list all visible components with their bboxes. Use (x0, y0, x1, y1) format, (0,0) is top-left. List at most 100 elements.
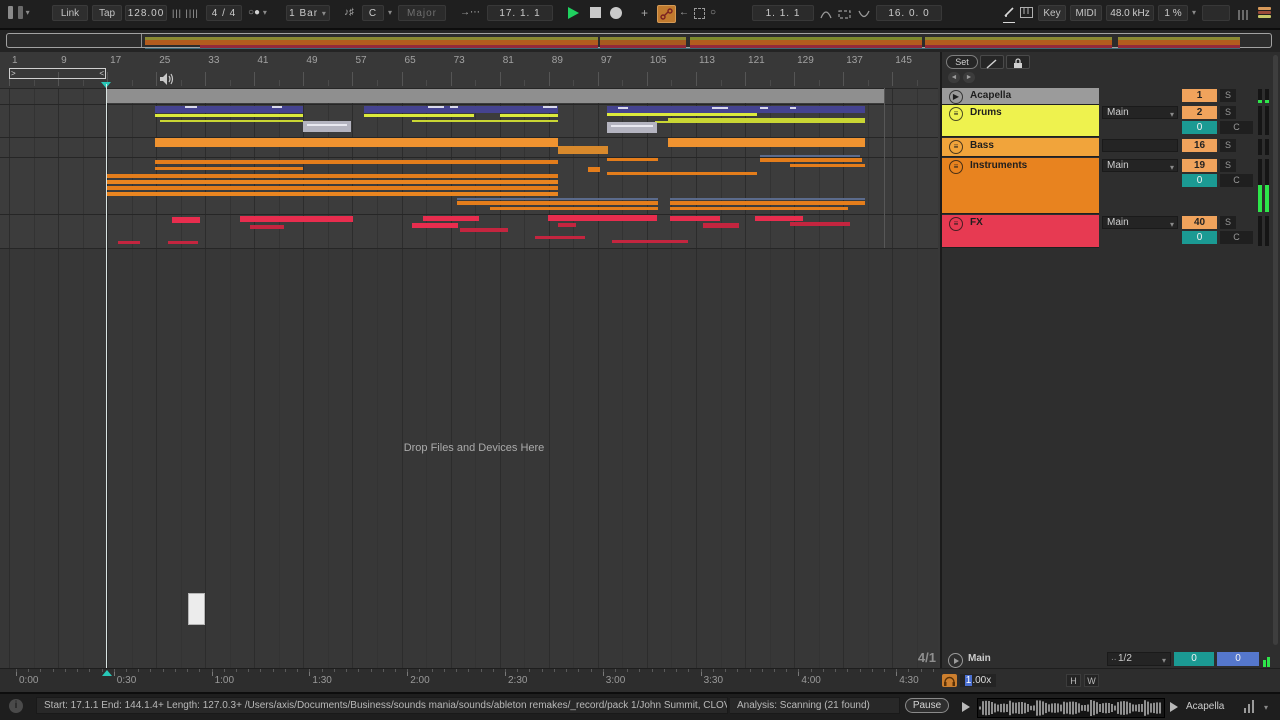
preview-waveform[interactable] (977, 698, 1165, 718)
track-volume-box[interactable]: 1 (1182, 89, 1217, 102)
preview-caret-icon[interactable]: ▾ (1264, 703, 1268, 712)
playhead-marker-bottom-icon[interactable] (102, 670, 112, 676)
quantize-menu[interactable]: 1 Bar ▾ (286, 5, 330, 21)
link-button[interactable]: Link (52, 5, 88, 21)
track-cue-button[interactable]: C (1220, 174, 1253, 187)
scale-root-field[interactable]: C (362, 5, 384, 21)
pause-analysis-button[interactable]: Pause (905, 698, 949, 713)
tap-tempo-button[interactable]: Tap (92, 5, 122, 21)
clip[interactable] (670, 207, 848, 210)
track-solo-button[interactable]: S (1220, 159, 1236, 172)
clip[interactable] (457, 198, 658, 200)
clip[interactable] (155, 114, 303, 117)
scale-icon[interactable]: ♪♯ (344, 5, 354, 21)
track-header-drums[interactable]: ≡Drums (942, 105, 1099, 137)
clip[interactable] (760, 158, 862, 162)
preview-meter-icon[interactable] (1244, 700, 1256, 713)
loop-brace[interactable]: >< (9, 68, 106, 79)
follow-icon[interactable]: →⋯ (460, 5, 480, 21)
clip[interactable] (612, 240, 688, 243)
clip[interactable] (412, 223, 458, 228)
clip[interactable] (755, 216, 803, 221)
preview-play-icon-2[interactable] (1170, 702, 1178, 712)
clip[interactable] (607, 113, 757, 116)
clip[interactable] (611, 125, 653, 127)
clip[interactable] (160, 120, 303, 122)
track-io-menu[interactable]: Main▾ (1102, 159, 1178, 172)
draw-mode-button[interactable] (1003, 6, 1015, 23)
clip[interactable] (548, 215, 657, 221)
track-header-acapella[interactable]: ▶Acapella (942, 88, 1099, 105)
arrangement-position-field[interactable]: 17. 1. 1 (487, 5, 553, 21)
clip[interactable] (106, 192, 558, 196)
preview-play-icon[interactable] (962, 702, 970, 712)
loop-end-handle[interactable]: < (99, 69, 104, 78)
clip[interactable] (670, 201, 865, 205)
clip[interactable] (457, 201, 658, 205)
midi-arrangement-overdub-button[interactable] (657, 5, 676, 23)
track-menu-icon[interactable]: ≡ (949, 217, 963, 231)
track-solo-button[interactable]: S (1220, 216, 1236, 229)
clip[interactable] (428, 106, 444, 108)
clip[interactable] (607, 122, 657, 133)
clip[interactable] (618, 107, 628, 109)
loop-switch-icon[interactable] (838, 9, 851, 25)
midi-map-button[interactable]: MIDI (1070, 5, 1102, 21)
clip[interactable] (364, 114, 474, 117)
master-play-icon[interactable] (948, 653, 963, 668)
stop-button[interactable] (590, 5, 601, 21)
clip[interactable] (155, 160, 558, 164)
clip[interactable] (535, 236, 585, 239)
vertical-scrollbar[interactable] (1273, 55, 1278, 645)
live-menu-caret-icon[interactable]: ▾ (26, 8, 30, 17)
key-map-button[interactable]: Key (1038, 5, 1066, 21)
clip[interactable] (655, 121, 865, 123)
track-play-icon[interactable]: ▶ (949, 90, 963, 104)
clip[interactable] (607, 106, 865, 113)
clip[interactable] (423, 216, 479, 221)
clip[interactable] (272, 106, 282, 108)
clip[interactable] (155, 138, 558, 147)
track-solo-button[interactable]: S (1220, 106, 1236, 119)
clip[interactable] (307, 124, 347, 126)
master-track-name[interactable]: Main (968, 653, 991, 664)
clip[interactable] (118, 241, 140, 244)
track-cue-button[interactable]: C (1220, 121, 1253, 134)
automation-re-enable-icon[interactable]: ← (679, 5, 689, 21)
clip[interactable] (172, 217, 200, 223)
track-solo-button[interactable]: S (1220, 139, 1236, 152)
clip[interactable] (106, 180, 558, 184)
play-button[interactable] (568, 5, 579, 21)
grid-interval-menu[interactable]: .. 1/2▾ (1107, 652, 1171, 666)
tempo-field[interactable]: 128.00 (125, 5, 167, 21)
clip[interactable] (185, 106, 197, 108)
track-volume-box[interactable]: 16 (1182, 139, 1217, 152)
clip[interactable] (790, 222, 850, 226)
info-icon[interactable]: i (9, 699, 23, 713)
clip[interactable] (364, 106, 558, 113)
track-pan-box[interactable]: 0 (1182, 174, 1217, 187)
loop-start-field[interactable]: 1. 1. 1 (752, 5, 814, 21)
loop-length-field[interactable]: 16. 0. 0 (876, 5, 942, 21)
clip[interactable] (607, 158, 658, 161)
scale-name-field[interactable]: Major (398, 5, 446, 21)
clip[interactable] (607, 172, 757, 175)
overdub-plus-icon[interactable]: + (641, 5, 648, 21)
clip[interactable] (500, 114, 558, 117)
track-height-button[interactable]: H (1066, 674, 1081, 687)
beat-time-ruler[interactable]: 1917253341495765738189971051131211291371… (0, 52, 938, 89)
punch-in-icon[interactable] (820, 9, 832, 25)
punch-out-icon[interactable] (858, 9, 870, 25)
clip[interactable] (790, 107, 796, 109)
master-volume-box[interactable]: 0 (1217, 652, 1259, 666)
clip[interactable] (558, 223, 576, 227)
clip[interactable] (490, 207, 658, 210)
next-arrow-button[interactable]: ► (963, 72, 975, 83)
clip[interactable] (106, 89, 884, 103)
track-width-button[interactable]: W (1084, 674, 1099, 687)
clip[interactable] (168, 241, 198, 244)
clip[interactable] (712, 107, 728, 109)
clip[interactable] (760, 155, 860, 157)
time-signature-field[interactable]: 4 / 4 (206, 5, 242, 21)
clip[interactable] (668, 138, 865, 147)
